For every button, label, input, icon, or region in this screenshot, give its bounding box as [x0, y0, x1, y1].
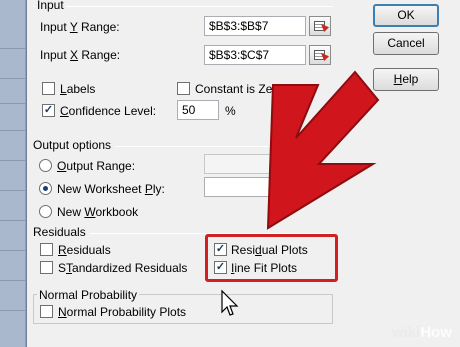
annotation-arrow-icon [221, 70, 380, 316]
red-arrow-icon [266, 70, 380, 230]
wikihow-watermark: wikiHow [391, 324, 452, 341]
mouse-cursor-icon [221, 289, 239, 316]
